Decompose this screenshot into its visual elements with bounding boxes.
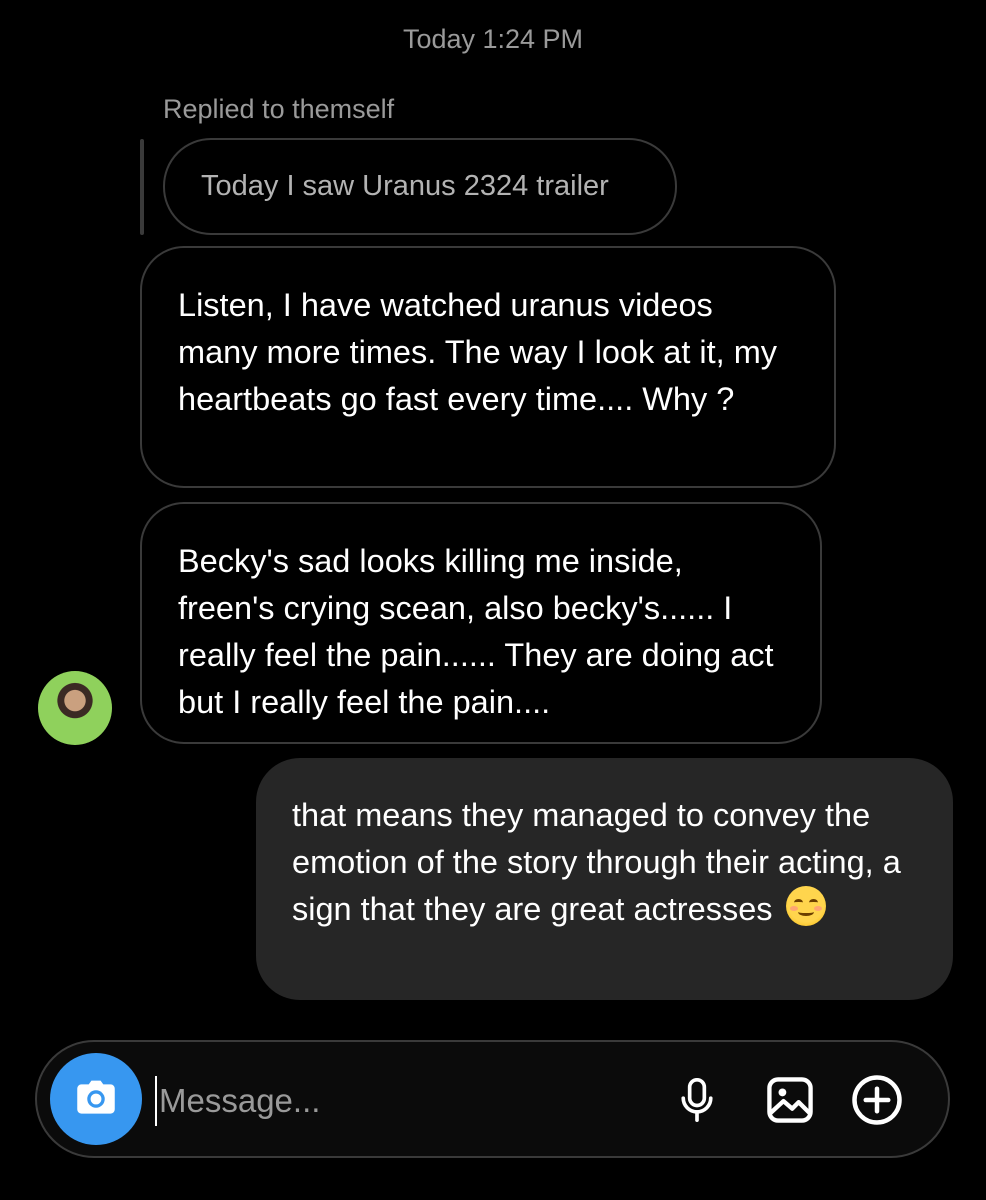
reply-indicator-bar — [140, 139, 144, 235]
incoming-message-bubble[interactable]: Listen, I have watched uranus videos man… — [140, 246, 836, 488]
voice-message-button[interactable] — [668, 1071, 726, 1129]
outgoing-message-bubble[interactable]: that means they managed to convey the em… — [256, 758, 953, 1000]
more-options-button[interactable] — [848, 1071, 906, 1129]
camera-button[interactable] — [50, 1053, 142, 1145]
message-text: Listen, I have watched uranus videos man… — [178, 287, 778, 417]
chat-screen: Today 1:24 PM Replied to themself Today … — [0, 0, 986, 1200]
message-timestamp: Today 1:24 PM — [402, 24, 584, 54]
microphone-icon — [681, 1078, 713, 1122]
message-composer — [35, 1040, 950, 1158]
camera-icon — [77, 1080, 115, 1114]
plus-circle-icon — [852, 1075, 902, 1125]
gallery-button[interactable] — [761, 1071, 819, 1129]
quoted-message-bubble[interactable]: Today I saw Uranus 2324 trailer — [163, 138, 677, 235]
smiling-face-with-blush-emoji-icon — [785, 886, 826, 926]
message-input[interactable] — [159, 1072, 659, 1130]
incoming-message-bubble[interactable]: Becky's sad looks killing me inside, fre… — [140, 502, 822, 744]
gallery-icon — [767, 1077, 813, 1123]
quoted-message-text: Today I saw Uranus 2324 trailer — [201, 170, 609, 202]
message-text: Becky's sad looks killing me inside, fre… — [178, 543, 774, 720]
sender-avatar[interactable] — [38, 671, 112, 745]
reply-label: Replied to themself — [163, 94, 395, 124]
text-cursor — [155, 1076, 157, 1126]
